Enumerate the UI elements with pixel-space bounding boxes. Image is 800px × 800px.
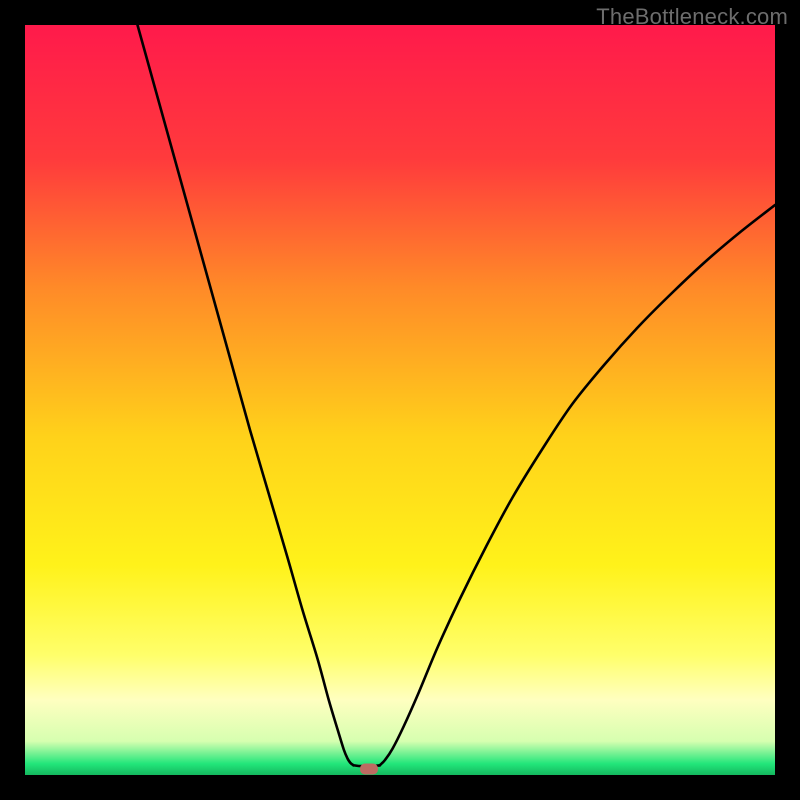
optimum-marker bbox=[360, 764, 378, 775]
chart-frame: TheBottleneck.com bbox=[0, 0, 800, 800]
watermark-text: TheBottleneck.com bbox=[596, 4, 788, 30]
gradient-background bbox=[25, 25, 775, 775]
plot-area bbox=[25, 25, 775, 775]
